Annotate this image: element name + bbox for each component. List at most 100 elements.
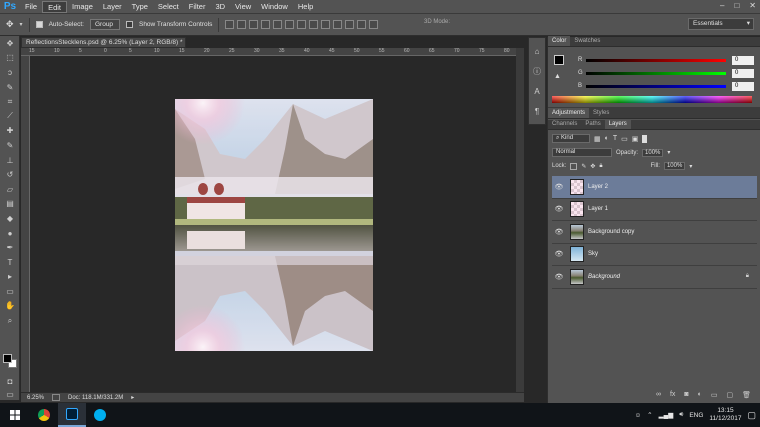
eye-icon[interactable]: 👁︎ bbox=[552, 250, 566, 258]
distribute-hcenter-icon[interactable] bbox=[345, 20, 355, 29]
paragraph-icon[interactable]: ¶ bbox=[529, 104, 545, 118]
layer-filter-select[interactable]: ⌕ Kind bbox=[552, 134, 590, 143]
eyedropper-tool-icon[interactable]: ⟋ bbox=[0, 109, 20, 124]
slider-value-field[interactable]: 0 bbox=[732, 81, 754, 91]
slider-track[interactable] bbox=[586, 84, 726, 88]
trash-icon[interactable]: 🗑︎ bbox=[742, 391, 751, 403]
crop-tool-icon[interactable]: ⌗ bbox=[0, 94, 20, 109]
lock-position-icon[interactable]: ✥ bbox=[590, 163, 595, 170]
path-select-tool-icon[interactable]: ▸ bbox=[0, 270, 20, 285]
panel-fg-swatch[interactable] bbox=[554, 55, 564, 65]
align-hcenter-icon[interactable] bbox=[273, 20, 283, 29]
layer-mask-icon[interactable]: ◙ bbox=[684, 391, 688, 403]
menu-3d[interactable]: 3D bbox=[210, 1, 230, 13]
align-vcenter-icon[interactable] bbox=[237, 20, 247, 29]
chrome-icon[interactable] bbox=[30, 403, 58, 427]
tab-layers[interactable]: Layers bbox=[604, 119, 631, 129]
zoom-tool-icon[interactable]: ⌕ bbox=[0, 313, 20, 328]
menu-window[interactable]: Window bbox=[256, 1, 293, 13]
auto-select-checkbox[interactable] bbox=[35, 21, 43, 28]
lock-image-icon[interactable]: ✎ bbox=[581, 163, 586, 170]
hand-tool-icon[interactable]: ✋ bbox=[0, 299, 20, 314]
screen-mode-icon[interactable]: ▭ bbox=[0, 387, 20, 402]
distribute-bottom-icon[interactable] bbox=[321, 20, 331, 29]
type-tool-icon[interactable]: T bbox=[0, 255, 20, 270]
zoom-level[interactable]: 6.25% bbox=[27, 395, 44, 401]
notifications-icon[interactable]: ▢ bbox=[747, 410, 756, 421]
properties-icon[interactable]: ⓘ bbox=[529, 64, 545, 78]
eye-icon[interactable]: 👁︎ bbox=[552, 183, 566, 191]
clone-stamp-tool-icon[interactable]: ⊥ bbox=[0, 153, 20, 168]
blur-tool-icon[interactable]: ◆ bbox=[0, 211, 20, 226]
menu-image[interactable]: Image bbox=[67, 1, 98, 13]
tab-swatches[interactable]: Swatches bbox=[570, 36, 604, 46]
opacity-field[interactable]: 100% bbox=[642, 148, 664, 157]
document-tab[interactable]: ReflectionsStecklens.psd @ 6.25% (Layer … bbox=[21, 37, 186, 48]
move-tool-preset-icon[interactable]: ✥ bbox=[6, 19, 14, 30]
filter-type-icon[interactable]: T bbox=[613, 135, 617, 142]
align-top-icon[interactable] bbox=[225, 20, 235, 29]
pen-tool-icon[interactable]: ✒ bbox=[0, 240, 20, 255]
minimize-button[interactable]: – bbox=[720, 1, 724, 10]
menu-file[interactable]: File bbox=[20, 1, 42, 13]
adjustment-layer-icon[interactable]: ◐ bbox=[698, 391, 702, 403]
slider-track[interactable] bbox=[586, 58, 726, 62]
dodge-tool-icon[interactable]: ● bbox=[0, 226, 20, 241]
menu-help[interactable]: Help bbox=[293, 1, 318, 13]
history-icon[interactable]: ⌂ bbox=[529, 44, 545, 58]
distribute-vcenter-icon[interactable] bbox=[309, 20, 319, 29]
filter-toggle[interactable] bbox=[642, 134, 648, 143]
new-group-icon[interactable]: ▭ bbox=[711, 391, 718, 403]
eye-icon[interactable]: 👁︎ bbox=[552, 273, 566, 281]
distribute-left-icon[interactable] bbox=[333, 20, 343, 29]
canvas-area[interactable] bbox=[30, 56, 516, 392]
tab-channels[interactable]: Channels bbox=[548, 119, 581, 129]
lock-transparent-icon[interactable] bbox=[570, 162, 578, 170]
quick-select-tool-icon[interactable]: ✎ bbox=[0, 80, 20, 95]
history-brush-tool-icon[interactable]: ↺ bbox=[0, 167, 20, 182]
auto-select-target-select[interactable]: Group bbox=[89, 19, 120, 30]
menu-view[interactable]: View bbox=[230, 1, 256, 13]
layer-style-icon[interactable]: fx bbox=[670, 391, 675, 403]
brush-tool-icon[interactable]: ✎ bbox=[0, 138, 20, 153]
menu-edit[interactable]: Edit bbox=[42, 0, 68, 13]
network-icon[interactable]: ▂▄▆ bbox=[659, 411, 674, 419]
character-icon[interactable]: A bbox=[529, 84, 545, 98]
new-layer-icon[interactable]: ▢ bbox=[726, 391, 733, 403]
volume-icon[interactable]: 🔊︎ bbox=[679, 411, 683, 419]
chevron-up-icon[interactable]: ⌃ bbox=[647, 411, 652, 419]
shape-tool-icon[interactable]: ▭ bbox=[0, 284, 20, 299]
foreground-color-swatch[interactable] bbox=[3, 354, 12, 363]
lasso-tool-icon[interactable]: ↄ bbox=[0, 65, 20, 80]
align-left-icon[interactable] bbox=[261, 20, 271, 29]
tool-preset-dropdown-icon[interactable]: ▾ bbox=[20, 21, 23, 28]
gradient-tool-icon[interactable]: ▤ bbox=[0, 197, 20, 212]
eraser-tool-icon[interactable]: ▱ bbox=[0, 182, 20, 197]
workspace-switcher[interactable]: Essentials ▾ bbox=[688, 18, 754, 30]
distribute-top-icon[interactable] bbox=[297, 20, 307, 29]
menu-type[interactable]: Type bbox=[127, 1, 153, 13]
link-layers-icon[interactable]: ∞ bbox=[656, 391, 661, 403]
layer-row[interactable]: 👁︎ Layer 2 bbox=[552, 176, 757, 199]
maximize-button[interactable]: □ bbox=[734, 1, 739, 10]
menu-select[interactable]: Select bbox=[153, 1, 184, 13]
fill-field[interactable]: 100% bbox=[663, 162, 686, 170]
align-bottom-icon[interactable] bbox=[249, 20, 259, 29]
layer-row[interactable]: 👁︎ Sky bbox=[552, 244, 757, 266]
clock[interactable]: 13:15 11/12/2017 bbox=[709, 407, 741, 423]
filter-shape-icon[interactable]: ▭ bbox=[621, 135, 628, 143]
tab-color[interactable]: Color bbox=[548, 36, 571, 46]
status-arrow-icon[interactable]: ▸ bbox=[131, 394, 134, 401]
eye-icon[interactable]: 👁︎ bbox=[552, 228, 566, 236]
windows-start-button[interactable] bbox=[0, 403, 30, 427]
show-transform-checkbox[interactable] bbox=[125, 21, 133, 28]
healing-tool-icon[interactable]: ✚ bbox=[0, 124, 20, 139]
filter-smart-object-icon[interactable]: ▣ bbox=[632, 135, 639, 143]
filter-adjustment-icon[interactable]: ◐ bbox=[605, 135, 609, 142]
opacity-dropdown-icon[interactable]: ▾ bbox=[667, 149, 670, 156]
tab-paths[interactable]: Paths bbox=[581, 119, 604, 129]
move-tool-icon[interactable]: ✥ bbox=[0, 36, 20, 51]
slider-value-field[interactable]: 0 bbox=[732, 68, 754, 78]
layer-row[interactable]: 👁︎ Background 🔒︎ bbox=[552, 266, 757, 289]
photoshop-icon[interactable] bbox=[58, 403, 86, 427]
